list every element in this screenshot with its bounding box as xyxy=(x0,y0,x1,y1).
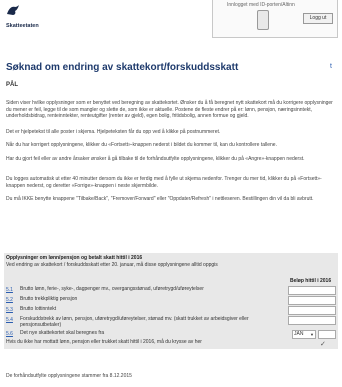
page-title: Søknad om endring av skattekort/forskudd… xyxy=(6,62,239,73)
form-row: 5.2 Brutto trekkpliktig pensjon xyxy=(6,296,336,306)
amount-input[interactable] xyxy=(288,286,336,295)
post-number-link[interactable]: 5.6 xyxy=(6,331,13,337)
greeting: PÅL xyxy=(6,82,18,88)
undo-paragraph: Har du gjort feil eller av andre årsaker… xyxy=(6,156,305,162)
timeout-paragraph: Du logges automatisk ut etter 40 minutte… xyxy=(6,176,322,189)
logout-button[interactable]: Logg ut xyxy=(303,13,333,24)
row-label: Brutto lønn, ferie-, syke-, dagpenger mv… xyxy=(20,286,204,292)
prefill-source-note: De forhåndsutfylte opplysningene stammer… xyxy=(6,373,132,379)
month-select-value: JAN xyxy=(294,331,304,337)
chevron-down-icon: ▼ xyxy=(310,332,314,337)
phone-icon xyxy=(257,10,269,30)
top-link[interactable]: t xyxy=(330,63,332,70)
post-number-link[interactable]: 5.3 xyxy=(6,307,13,313)
form-row: 5.3 Brutto lottinntekt xyxy=(6,306,336,316)
no-income-checkbox[interactable]: ✓ xyxy=(320,340,326,348)
section-subheading: Ved endring av skattekort / forskuddsska… xyxy=(6,262,218,268)
amount-input[interactable] xyxy=(288,296,336,305)
post-number-link[interactable]: 5.1 xyxy=(6,287,13,293)
row-label: Brutto lottinntekt xyxy=(20,306,57,312)
form-row: 5.4 Forskuddstrekk av lønn, pensjon, ufø… xyxy=(6,316,336,329)
continue-paragraph: Når du har korrigert opplysningene, klik… xyxy=(6,142,277,148)
amount-input[interactable] xyxy=(288,306,336,315)
no-income-label: Hvis du ikke har mottatt lønn, pensjon e… xyxy=(6,339,202,345)
post-number-link[interactable]: 5.4 xyxy=(6,317,13,323)
row-label: Brutto trekkpliktig pensjon xyxy=(20,296,78,302)
day-input[interactable] xyxy=(318,330,336,339)
brand-name: Skatteetaten xyxy=(6,23,39,29)
section-heading: Opplysninger om lønn/pensjon og betalt s… xyxy=(6,255,143,261)
help-paragraph: Det er hjelpetekst til alle poster i skj… xyxy=(6,129,221,135)
brand-logo: Skatteetaten xyxy=(6,4,66,29)
month-select[interactable]: JAN ▼ xyxy=(292,330,316,339)
form-row: 5.1 Brutto lønn, ferie-, syke-, dagpenge… xyxy=(6,286,336,296)
browser-warning-paragraph: Du må IKKE benytte knappene "Tilbake/Bac… xyxy=(6,196,314,202)
login-panel: Innlogget med ID-porten/Altinn Logg ut xyxy=(212,0,338,38)
login-hint: Innlogget med ID-porten/Altinn xyxy=(227,2,295,8)
intro-paragraph: Siden viser hvilke opplysninger som er b… xyxy=(6,100,333,119)
post-number-link[interactable]: 5.2 xyxy=(6,297,13,303)
row-label: Det nye skattekortet skal beregnes fra xyxy=(20,330,105,336)
amount-column-header: Beløp hittil i 2016 xyxy=(290,278,332,284)
row-label: Forskuddstrekk av lønn, pensjon, uføretr… xyxy=(20,316,249,328)
amount-input[interactable] xyxy=(288,316,336,325)
lion-crest-icon xyxy=(7,5,19,15)
